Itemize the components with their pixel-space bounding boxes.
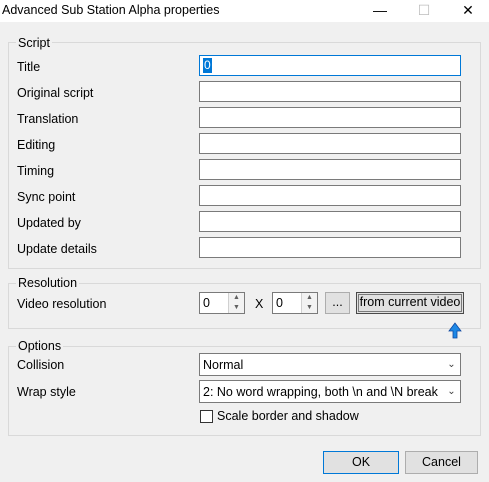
from-current-video-button[interactable]: from current video [356,292,464,314]
script-legend: Script [16,36,52,50]
maximize-button: ☐ [417,2,431,18]
browse-resolution-button[interactable]: ... [325,292,350,314]
title-input-value: 0 [203,58,212,73]
sync-point-input[interactable] [199,185,461,206]
collision-label: Collision [17,358,65,372]
minimize-button[interactable]: — [359,0,401,22]
width-spin-buttons: ▲ ▼ [228,293,244,313]
original-script-input[interactable] [199,81,461,102]
translation-input[interactable] [199,107,461,128]
resolution-width-spinner[interactable]: 0 ▲ ▼ [199,292,245,314]
resolution-width-value: 0 [203,296,210,310]
spin-down-icon[interactable]: ▼ [302,303,317,313]
editing-input[interactable] [199,133,461,154]
original-script-label: Original script [17,86,94,100]
collision-value: Normal [203,358,244,372]
video-resolution-label: Video resolution [17,297,107,311]
title-input[interactable]: 0 [199,55,461,76]
options-legend: Options [16,339,64,353]
updated-by-label: Updated by [17,216,81,230]
title-label: Title [17,60,41,74]
editing-label: Editing [17,138,56,152]
scale-border-label: Scale border and shadow [217,409,359,423]
chevron-down-icon: ⌄ [443,381,460,402]
updated-by-input[interactable] [199,211,461,232]
height-spin-buttons: ▲ ▼ [301,293,317,313]
ok-button[interactable]: OK [323,451,399,474]
wrap-style-select[interactable]: 2: No word wrapping, both \n and \N brea… [199,380,461,403]
cursor-icon [448,322,462,339]
timing-input[interactable] [199,159,461,180]
resolution-height-spinner[interactable]: 0 ▲ ▼ [272,292,318,314]
close-button[interactable]: ✕ [447,0,489,22]
cancel-button[interactable]: Cancel [405,451,478,474]
resolution-legend: Resolution [16,276,80,290]
update-details-input[interactable] [199,237,461,258]
spin-down-icon[interactable]: ▼ [229,303,244,313]
update-details-label: Update details [17,242,97,256]
resolution-height-value: 0 [276,296,283,310]
chevron-down-icon: ⌄ [443,354,460,375]
scale-border-checkbox[interactable] [200,410,213,423]
collision-select[interactable]: Normal ⌄ [199,353,461,376]
window-title: Advanced Sub Station Alpha properties [2,3,220,17]
wrap-style-label: Wrap style [17,385,76,399]
script-group [8,42,481,269]
sync-point-label: Sync point [17,190,76,204]
timing-label: Timing [17,164,55,178]
resolution-separator: X [255,297,264,311]
wrap-style-value: 2: No word wrapping, both \n and \N brea… [203,385,438,399]
translation-label: Translation [17,112,79,126]
